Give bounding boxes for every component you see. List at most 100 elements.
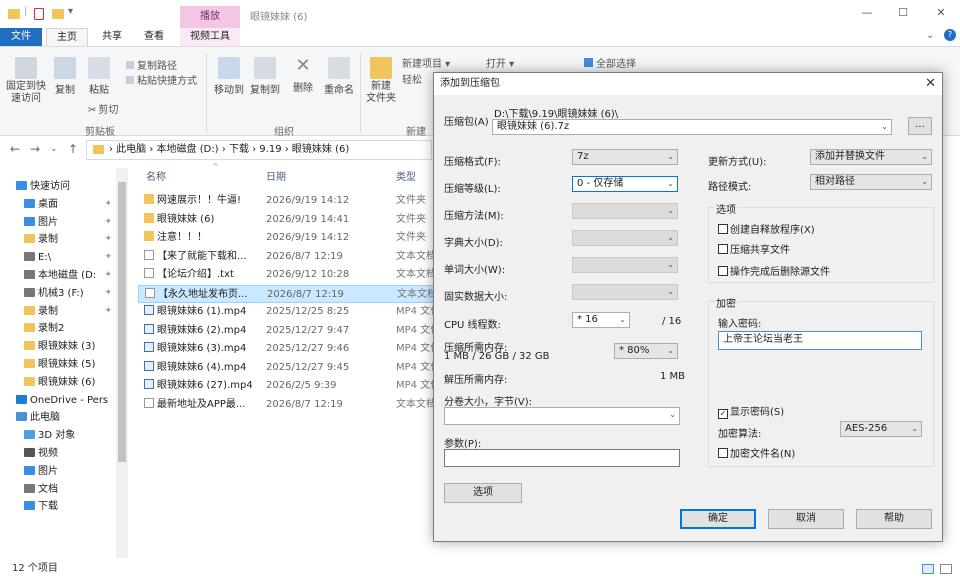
quick-access-dropdown-icon[interactable]: ▾ [68,6,73,17]
file-row[interactable]: 眼镜妹妹6 (4).mp4 2025/12/27 9:45 MP4 文件 [138,359,440,377]
file-row[interactable]: 眼镜妹妹 (6) 2026/9/19 14:41 文件夹 [138,211,438,229]
nav-item[interactable]: 眼镜妹妹 (5) [0,356,116,373]
paste-shortcut-button[interactable]: 粘贴快捷方式 [126,72,197,87]
format-select[interactable]: 7z ⌄ [572,149,678,165]
file-row[interactable]: 【来了就能下载和... 2026/8/7 12:19 文本文档 [138,248,438,266]
copy-path-button[interactable]: 复制路径 [126,57,177,72]
file-row[interactable]: 眼镜妹妹6 (27).mp4 2026/2/5 9:39 MP4 文件 [138,377,440,395]
nav-item[interactable]: 录制 ✦ [0,303,116,320]
rename-button[interactable]: 重命名 [322,57,356,96]
pin-icon[interactable]: ✦ [104,214,112,231]
nav-item[interactable]: 录制 ✦ [0,231,116,248]
nav-item[interactable]: 快速访问 [0,178,116,195]
scrollbar-thumb[interactable] [118,182,126,462]
recent-dropdown-icon[interactable]: ⌄ [50,144,58,154]
details-view-icon[interactable] [922,564,934,574]
file-row[interactable]: 最新地址及APP最... 2026/8/7 12:19 文本文档 [138,396,438,414]
nav-item[interactable]: 文档 [0,481,116,498]
show-password-checkbox[interactable]: ✓ 显示密码(S) [718,403,784,419]
file-row[interactable]: 眼镜妹妹6 (1).mp4 2025/12/25 8:25 MP4 文件 [138,303,440,321]
ribbon-expand-icon[interactable]: ⌄ [926,30,934,41]
nav-item[interactable]: 视频 [0,445,116,462]
options-button[interactable]: 选项 [444,483,522,503]
help-button[interactable]: 帮助 [856,509,932,529]
compress-shared-checkbox[interactable]: 压缩共享文件 [718,241,790,256]
address-bar[interactable]: › 此电脑 › 本地磁盘 (D:) › 下载 › 9.19 › 眼镜妹妹 (6) [86,140,432,160]
nav-item[interactable]: OneDrive - Pers [0,392,116,409]
copy-to-button[interactable]: 复制到 [248,57,282,96]
file-row[interactable]: 网速展示！！牛逼! 2026/9/19 14:12 文件夹 [138,192,438,210]
ok-button[interactable]: 确定 [680,509,756,529]
file-row[interactable]: 眼镜妹妹6 (3).mp4 2025/12/27 9:46 MP4 文件 [138,340,440,358]
cpu-threads-select[interactable]: * 16 ⌄ [572,312,630,328]
tab-home[interactable]: 主页 [46,28,88,46]
nav-item[interactable]: 下载 [0,498,116,515]
split-volume-combo[interactable]: ⌄ [444,407,680,425]
dictionary-select[interactable]: ⌄ [572,230,678,246]
paste-button[interactable]: 粘贴 [84,57,114,96]
column-header-name[interactable]: 名称 [146,168,166,184]
encryption-method-select[interactable]: AES-256 ⌄ [840,421,922,437]
file-row[interactable]: 【永久地址发布页... 2026/8/7 12:19 文本文档 [138,284,438,303]
pin-icon[interactable]: ✦ [104,196,112,213]
large-icons-view-icon[interactable] [940,564,952,574]
parameters-input[interactable] [444,449,680,467]
nav-item[interactable]: 眼镜妹妹 (3) [0,338,116,355]
nav-item[interactable]: 本地磁盘 (D: ✦ [0,267,116,284]
path-mode-select[interactable]: 相对路径 ⌄ [810,174,932,190]
pin-icon[interactable]: ✦ [104,267,112,284]
forward-arrow-icon[interactable]: → [30,142,40,156]
nav-item[interactable]: 录制2 [0,320,116,337]
password-input[interactable]: 上帝王论坛当老王 [718,331,922,350]
move-to-button[interactable]: 移动到 [212,57,246,96]
nav-item[interactable]: E:\ ✦ [0,249,116,266]
update-mode-select[interactable]: 添加并替换文件 ⌄ [810,149,932,165]
word-size-select[interactable]: ⌄ [572,257,678,273]
pin-icon[interactable]: ✦ [104,285,112,302]
file-row[interactable]: 注意！！！ 2026/9/19 14:12 文件夹 [138,229,438,247]
create-sfx-checkbox[interactable]: 创建自释放程序(X) [718,221,815,236]
tab-view[interactable]: 查看 [134,28,174,46]
cut-button[interactable]: ✂ 剪切 [88,101,118,116]
cancel-button[interactable]: 取消 [768,509,844,529]
method-select[interactable]: ⌄ [572,203,678,219]
dialog-close-button[interactable]: ✕ [925,73,936,95]
help-icon[interactable]: ? [944,29,956,41]
nav-item[interactable]: 眼镜妹妹 (6) [0,374,116,391]
encrypt-names-checkbox[interactable]: 加密文件名(N) [718,445,795,460]
delete-button[interactable]: ✕ 删除 [288,55,318,94]
nav-scrollbar[interactable] [116,168,128,558]
nav-item[interactable]: 机械3 (F:) ✦ [0,285,116,302]
open-button[interactable]: 打开 ▾ [486,55,514,70]
solid-block-select[interactable]: ⌄ [572,284,678,300]
tab-file[interactable]: 文件 [0,28,42,46]
back-arrow-icon[interactable]: ← [10,142,20,156]
minimize-button[interactable]: — [852,6,882,22]
copy-button[interactable]: 复制 [50,57,80,96]
select-all-button[interactable]: 全部选择 [584,55,636,70]
column-header-date[interactable]: 日期 [266,168,286,184]
pin-icon[interactable]: ✦ [104,231,112,248]
nav-item[interactable]: 图片 ✦ [0,214,116,231]
pin-to-quick-access-button[interactable]: 固定到快 速访问 [6,57,46,105]
close-button[interactable]: ✕ [926,6,956,22]
pin-icon[interactable]: ✦ [104,303,112,320]
memory-usage-select[interactable]: * 80% ⌄ [614,343,678,359]
new-folder-button[interactable]: 新建 文件夹 [364,57,398,105]
tab-share[interactable]: 共享 [92,28,132,46]
delete-after-checkbox[interactable]: 操作完成后删除源文件 [718,263,830,278]
new-folder-icon[interactable] [52,9,64,19]
file-row[interactable]: 【论坛介绍】.txt 2026/9/12 10:28 文本文档 [138,266,438,284]
tab-video-tools[interactable]: 视频工具 [180,28,240,46]
nav-item[interactable]: 此电脑 [0,409,116,426]
pin-icon[interactable]: ✦ [104,249,112,266]
nav-item[interactable]: 3D 对象 [0,427,116,444]
column-header-type[interactable]: 类型 [396,168,416,184]
new-item-button[interactable]: 新建项目 ▾ [402,55,450,70]
easy-access-button[interactable]: 轻松 [402,71,422,86]
properties-icon[interactable] [34,8,44,20]
up-arrow-icon[interactable]: ↑ [68,142,78,156]
nav-item[interactable]: 图片 [0,463,116,480]
maximize-button[interactable]: ☐ [888,6,918,22]
level-select[interactable]: 0 - 仅存储 ⌄ [572,176,678,192]
